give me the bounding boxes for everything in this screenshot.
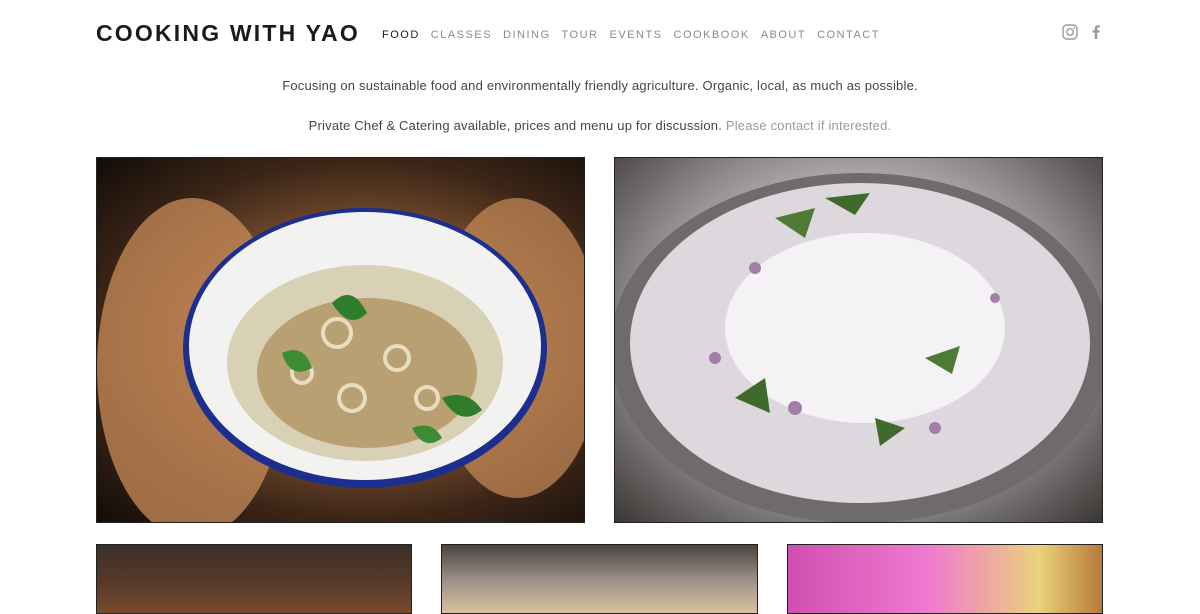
main-nav: FOOD CLASSES DINING TOUR EVENTS COOKBOOK… — [382, 29, 891, 41]
nav-item-classes[interactable]: CLASSES — [431, 29, 492, 41]
social-links — [1062, 24, 1104, 40]
nav-item-cookbook[interactable]: COOKBOOK — [674, 29, 750, 41]
food-photo-bowl[interactable] — [96, 157, 585, 523]
nav-item-tour[interactable]: TOUR — [562, 29, 599, 41]
intro-line-2: Private Chef & Catering available, price… — [0, 118, 1200, 133]
nav-item-food[interactable]: FOOD — [382, 29, 420, 41]
intro-line-1: Focusing on sustainable food and environ… — [282, 78, 918, 93]
site-title[interactable]: COOKING WITH YAO — [96, 20, 360, 47]
nav-item-contact[interactable]: CONTACT — [817, 29, 880, 41]
food-photo-soup[interactable] — [614, 157, 1103, 523]
intro-line-2-text: Private Chef & Catering available, price… — [308, 118, 723, 133]
site-header: COOKING WITH YAO FOOD CLASSES DINING TOU… — [0, 0, 1200, 70]
instagram-icon[interactable] — [1062, 24, 1078, 40]
nav-item-dining[interactable]: DINING — [503, 29, 551, 41]
nav-item-about[interactable]: ABOUT — [761, 29, 806, 41]
contact-link[interactable]: Please contact if interested. — [726, 118, 892, 133]
facebook-icon[interactable] — [1088, 24, 1104, 40]
nav-item-events[interactable]: EVENTS — [610, 29, 663, 41]
